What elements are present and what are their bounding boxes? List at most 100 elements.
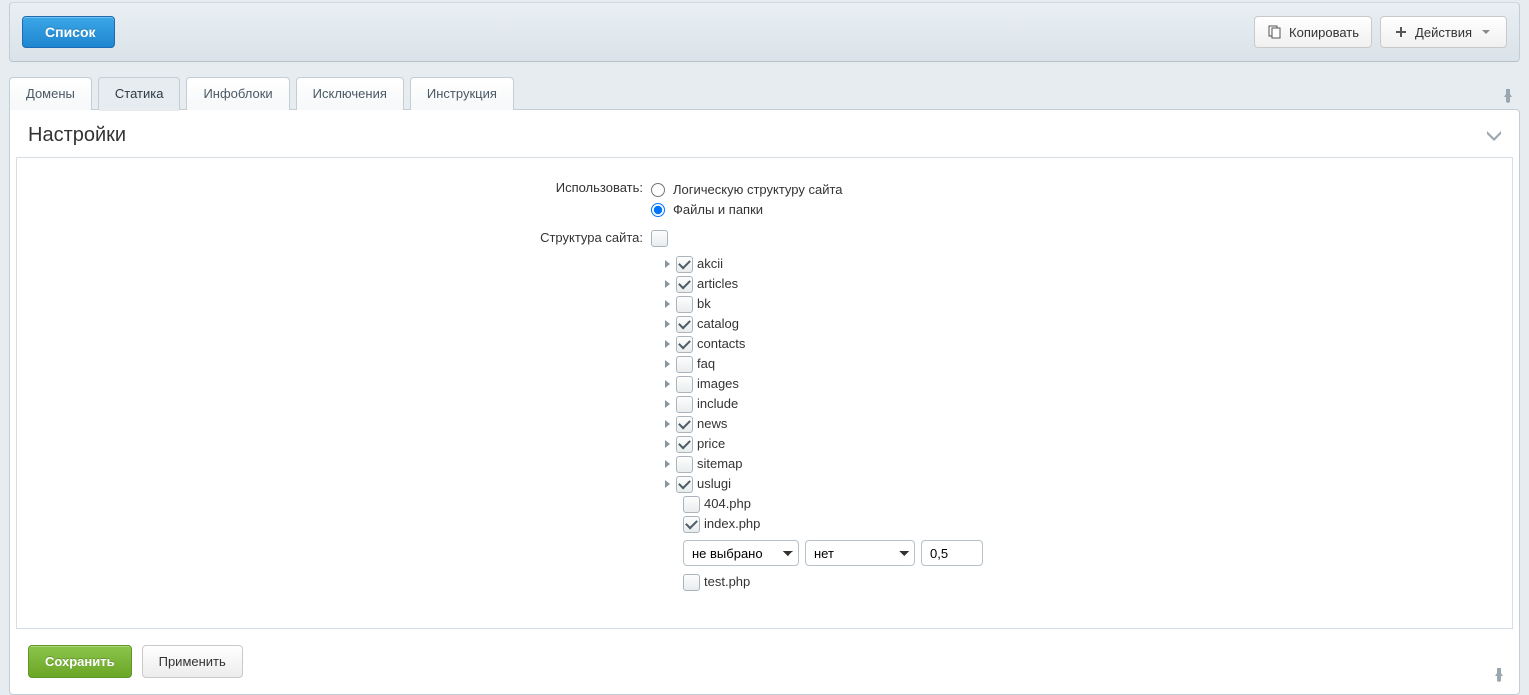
tab-instruction[interactable]: Инструкция (410, 77, 514, 110)
tab-infoblocks[interactable]: Инфоблоки (186, 77, 289, 110)
tree-node-label: catalog (697, 314, 739, 334)
apply-button-label: Применить (159, 654, 226, 669)
use-option-files[interactable]: Файлы и папки (651, 200, 1502, 220)
copy-button[interactable]: Копировать (1254, 16, 1372, 48)
tree-checkbox[interactable] (676, 476, 693, 493)
copy-button-label: Копировать (1289, 25, 1359, 40)
tree-node-label: bk (697, 294, 711, 314)
save-button-label: Сохранить (45, 654, 115, 669)
panel-header: Настройки (10, 110, 1519, 157)
plus-icon (1393, 24, 1409, 40)
tree-node-label: articles (697, 274, 738, 294)
tree-node: sitemap (665, 454, 1502, 474)
apply-button[interactable]: Применить (142, 645, 243, 678)
tree-checkbox[interactable] (676, 376, 693, 393)
tree-node: uslugi (665, 474, 1502, 494)
tree-node: include (665, 394, 1502, 414)
top-right-actions: Копировать Действия (1254, 16, 1507, 48)
tree-checkbox[interactable] (676, 356, 693, 373)
actions-button-label: Действия (1415, 25, 1472, 40)
tab-label: Статика (115, 86, 164, 101)
tabs-row: Домены Статика Инфоблоки Исключения Инструкц… (9, 76, 1520, 109)
tree-node-label: index.php (704, 514, 760, 534)
tree-node: images (665, 374, 1502, 394)
tree-node: akcii (665, 254, 1502, 274)
structure-row: Структура сайта: akciiarticlesbkcatalogc… (27, 230, 1502, 592)
tab-label: Инфоблоки (203, 86, 272, 101)
tree-root-checkbox[interactable] (651, 230, 668, 247)
detail-select-2[interactable]: нет (805, 540, 915, 566)
detail-input[interactable] (921, 540, 983, 566)
tree-node: contacts (665, 334, 1502, 354)
expand-arrow-icon[interactable] (665, 300, 670, 308)
tree-node: news (665, 414, 1502, 434)
tab-exclusions[interactable]: Исключения (296, 77, 404, 110)
tree-node-label: test.php (704, 572, 750, 592)
tree-checkbox[interactable] (676, 416, 693, 433)
expand-arrow-icon[interactable] (665, 480, 670, 488)
tree-node-label: contacts (697, 334, 745, 354)
tree-node: catalog (665, 314, 1502, 334)
tree-node: articles (665, 274, 1502, 294)
use-radio-files-label: Файлы и папки (673, 200, 763, 220)
use-radio-files[interactable] (651, 203, 665, 217)
use-option-logical[interactable]: Логическую структуру сайта (651, 180, 1502, 200)
expand-arrow-icon[interactable] (665, 280, 670, 288)
tab-static[interactable]: Статика (98, 77, 181, 110)
expand-arrow-icon[interactable] (665, 340, 670, 348)
tree-checkbox[interactable] (683, 496, 700, 513)
panel-body: Использовать: Логическую структуру сайта… (16, 157, 1513, 629)
expand-arrow-icon[interactable] (665, 460, 670, 468)
expand-arrow-icon[interactable] (665, 400, 670, 408)
panel-title: Настройки (28, 124, 126, 147)
tree-checkbox[interactable] (683, 516, 700, 533)
expand-arrow-icon[interactable] (665, 420, 670, 428)
tree-node-detail: не выбранонет (683, 540, 1502, 566)
tree-node: bk (665, 294, 1502, 314)
use-label: Использовать: (27, 180, 651, 195)
use-radio-logical[interactable] (651, 183, 665, 197)
tree-checkbox[interactable] (683, 574, 700, 591)
tab-label: Инструкция (427, 86, 497, 101)
settings-panel: Настройки Использовать: Логическую струк… (9, 109, 1520, 695)
tree-node-label: news (697, 414, 727, 434)
tree-node-label: include (697, 394, 738, 414)
chevron-down-icon (1478, 24, 1494, 40)
detail-select-1[interactable]: не выбрано (683, 540, 799, 566)
tree-checkbox[interactable] (676, 436, 693, 453)
tree-checkbox[interactable] (676, 316, 693, 333)
tree-node-label: images (697, 374, 739, 394)
use-row: Использовать: Логическую структуру сайта… (27, 180, 1502, 220)
expand-arrow-icon[interactable] (665, 380, 670, 388)
tree-node: test.php (683, 572, 1502, 592)
tree-checkbox[interactable] (676, 336, 693, 353)
top-toolbar: Список Копировать Действия (9, 2, 1520, 62)
tree-node: price (665, 434, 1502, 454)
list-button-label: Список (45, 24, 96, 40)
site-tree: akciiarticlesbkcatalogcontactsfaqimagesi… (651, 230, 1502, 592)
structure-label: Структура сайта: (27, 230, 651, 245)
tree-checkbox[interactable] (676, 296, 693, 313)
tab-domains[interactable]: Домены (9, 77, 92, 110)
pin-icon[interactable] (1496, 83, 1520, 109)
tree-node: faq (665, 354, 1502, 374)
tree-checkbox[interactable] (676, 396, 693, 413)
expand-arrow-icon[interactable] (665, 320, 670, 328)
tree-checkbox[interactable] (676, 256, 693, 273)
tree-node-label: 404.php (704, 494, 751, 514)
copy-icon (1267, 24, 1283, 40)
tree-node: index.php (683, 514, 1502, 534)
list-button[interactable]: Список (22, 16, 115, 48)
save-button[interactable]: Сохранить (28, 645, 132, 678)
tab-label: Домены (26, 86, 75, 101)
tree-checkbox[interactable] (676, 456, 693, 473)
tab-label: Исключения (313, 86, 387, 101)
tree-checkbox[interactable] (676, 276, 693, 293)
actions-button[interactable]: Действия (1380, 16, 1507, 48)
collapse-icon[interactable] (1487, 131, 1501, 141)
use-radio-logical-label: Логическую структуру сайта (673, 180, 843, 200)
expand-arrow-icon[interactable] (665, 360, 670, 368)
expand-arrow-icon[interactable] (665, 260, 670, 268)
expand-arrow-icon[interactable] (665, 440, 670, 448)
tree-node-label: faq (697, 354, 715, 374)
